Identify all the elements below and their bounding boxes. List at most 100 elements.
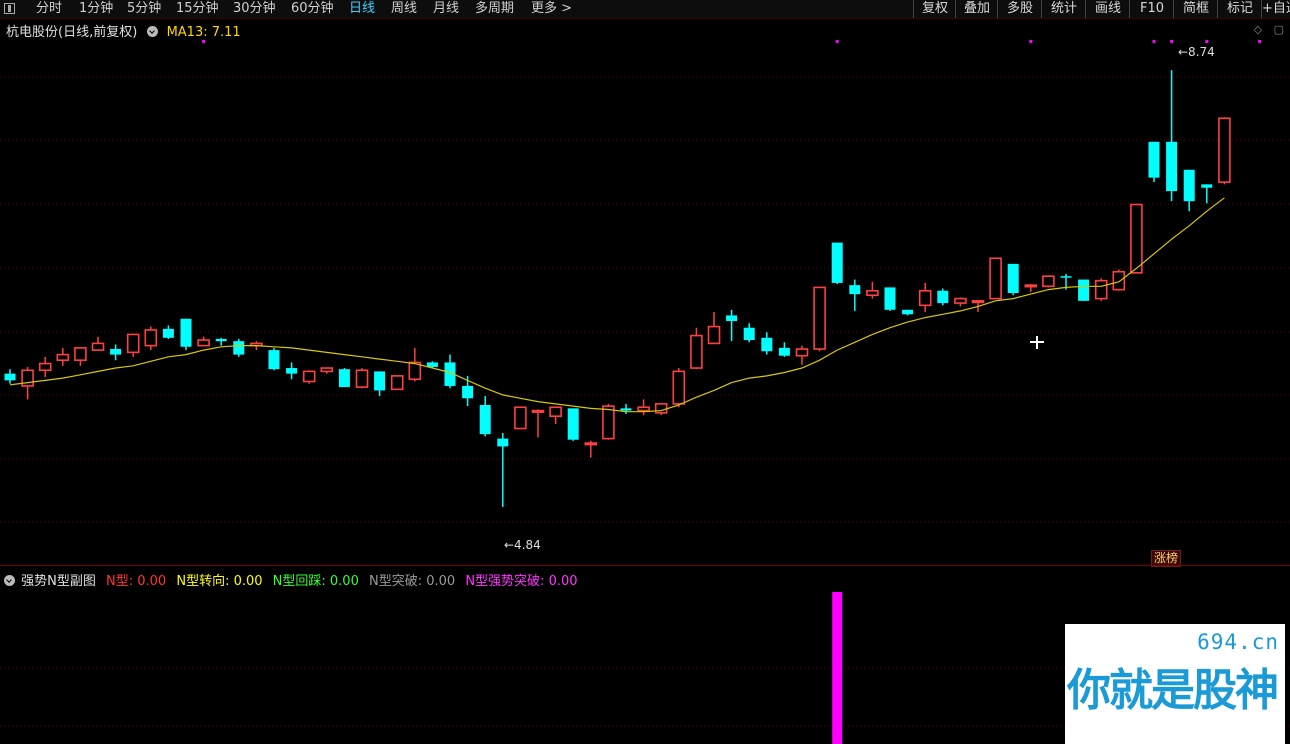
dropdown-circle-icon[interactable] xyxy=(147,26,159,37)
candle-body xyxy=(1078,279,1090,301)
candle-body xyxy=(1130,203,1143,274)
candle-body xyxy=(672,370,686,405)
candle-body xyxy=(1024,284,1038,288)
low-price-label: ←4.84 xyxy=(504,538,541,552)
candlesticks xyxy=(4,70,1231,507)
expand-icon[interactable]: ▢ xyxy=(1274,23,1284,36)
candle-body xyxy=(918,289,932,307)
candle-body xyxy=(707,325,721,345)
sub-dropdown-circle-icon[interactable] xyxy=(4,575,15,586)
indicator-n-strong-breakout: N型强势突破: 0.00 xyxy=(465,574,578,589)
signal-dots xyxy=(202,40,1262,43)
candle-body xyxy=(761,337,773,352)
high-price-label: ←8.74 xyxy=(1178,45,1215,59)
diamond-icon[interactable]: ◇ xyxy=(1254,23,1262,36)
candle-body xyxy=(937,290,949,304)
candle-body xyxy=(831,242,843,283)
candle-body xyxy=(654,403,668,414)
candle-body xyxy=(374,371,386,391)
signal-bars xyxy=(832,592,843,744)
candle-body xyxy=(778,347,790,356)
candle-body xyxy=(584,442,598,446)
candle-body xyxy=(602,405,615,440)
candle-body xyxy=(531,409,545,413)
stock-title: 杭电股份(日线,前复权) xyxy=(6,25,138,40)
signal-dot xyxy=(835,40,839,43)
candle-body xyxy=(620,408,632,411)
candle-body xyxy=(1007,263,1019,293)
candle-body xyxy=(320,367,334,373)
indicator-n-turn: N型转向: 0.00 xyxy=(176,574,263,589)
corner-controls: ◇ ▢ xyxy=(1254,23,1284,36)
candle-body xyxy=(849,285,861,295)
signal-bar xyxy=(832,592,843,744)
indicator-n-pullback: N型回踩: 0.00 xyxy=(272,574,359,589)
candle-body xyxy=(567,408,579,440)
watermark-logo: 694.cn 你就是股神 xyxy=(1065,624,1285,744)
sub-indicator-title: 强势N型副图 xyxy=(21,574,96,589)
signal-dot xyxy=(1152,40,1156,43)
indicator-n-breakout: N型突破: 0.00 xyxy=(369,574,456,589)
candle-body xyxy=(1148,141,1160,178)
candle-body xyxy=(884,287,896,310)
candle-body xyxy=(462,385,474,399)
candle-body xyxy=(197,339,210,347)
ma13-line xyxy=(9,197,1225,413)
candle-body xyxy=(56,353,70,362)
candle-body xyxy=(971,300,985,304)
candle-body xyxy=(1218,117,1231,183)
candle-body xyxy=(233,341,245,355)
signal-dot xyxy=(1170,40,1174,43)
candle-body xyxy=(38,362,52,372)
watermark-url: 694.cn xyxy=(1197,630,1279,654)
candle-body xyxy=(813,286,826,350)
candle-body xyxy=(1042,275,1055,288)
indicator-n-type: N型: 0.00 xyxy=(106,574,167,589)
signal-dot xyxy=(1205,40,1209,43)
candle-body xyxy=(1112,270,1126,291)
candle-body xyxy=(866,289,879,297)
candle-body xyxy=(1201,184,1213,188)
candle-body xyxy=(1166,141,1178,192)
candle-body xyxy=(743,327,755,341)
candle-body xyxy=(497,438,509,447)
candle-body xyxy=(286,368,298,374)
candle-body xyxy=(637,406,650,412)
candle-body xyxy=(954,297,967,304)
candle-body xyxy=(302,370,316,383)
candle-body xyxy=(514,406,527,430)
candle-body xyxy=(479,405,491,435)
watermark-text: 你就是股神 xyxy=(1067,665,1279,716)
candle-body xyxy=(549,406,562,417)
candle-body xyxy=(215,338,227,342)
candle-body xyxy=(144,329,158,347)
candle-body xyxy=(989,257,1002,300)
candle-body xyxy=(338,369,350,388)
sub-indicator-header: 强势N型副图 N型: 0.00 N型转向: 0.00 N型回踩: 0.00 N型… xyxy=(4,570,578,589)
candle-body xyxy=(126,333,140,354)
candle-body xyxy=(110,349,122,355)
candle-body xyxy=(795,348,809,357)
candle-body xyxy=(1094,279,1108,300)
chart-header: 杭电股份(日线,前复权) MA13: 7.11 xyxy=(6,21,241,40)
candle-body xyxy=(726,315,738,321)
candle-body xyxy=(355,369,369,388)
ma13-value: MA13: 7.11 xyxy=(166,25,241,40)
candle-body xyxy=(180,318,192,347)
candle-body xyxy=(1183,169,1195,202)
pane-divider[interactable] xyxy=(0,565,1290,566)
candle-body xyxy=(91,342,105,351)
candle-body xyxy=(902,309,914,315)
candle-body xyxy=(4,373,16,381)
signal-dot xyxy=(202,40,206,43)
candle-body xyxy=(162,328,174,338)
crosshair-cursor-icon xyxy=(1030,336,1044,349)
signal-dot xyxy=(1258,40,1262,43)
candle-body xyxy=(426,362,438,367)
candle-body xyxy=(268,350,280,370)
signal-dot xyxy=(1029,40,1033,43)
candle-body xyxy=(1060,276,1072,278)
candle-body xyxy=(390,375,404,391)
candle-body xyxy=(74,347,87,362)
candle-body xyxy=(690,334,703,369)
